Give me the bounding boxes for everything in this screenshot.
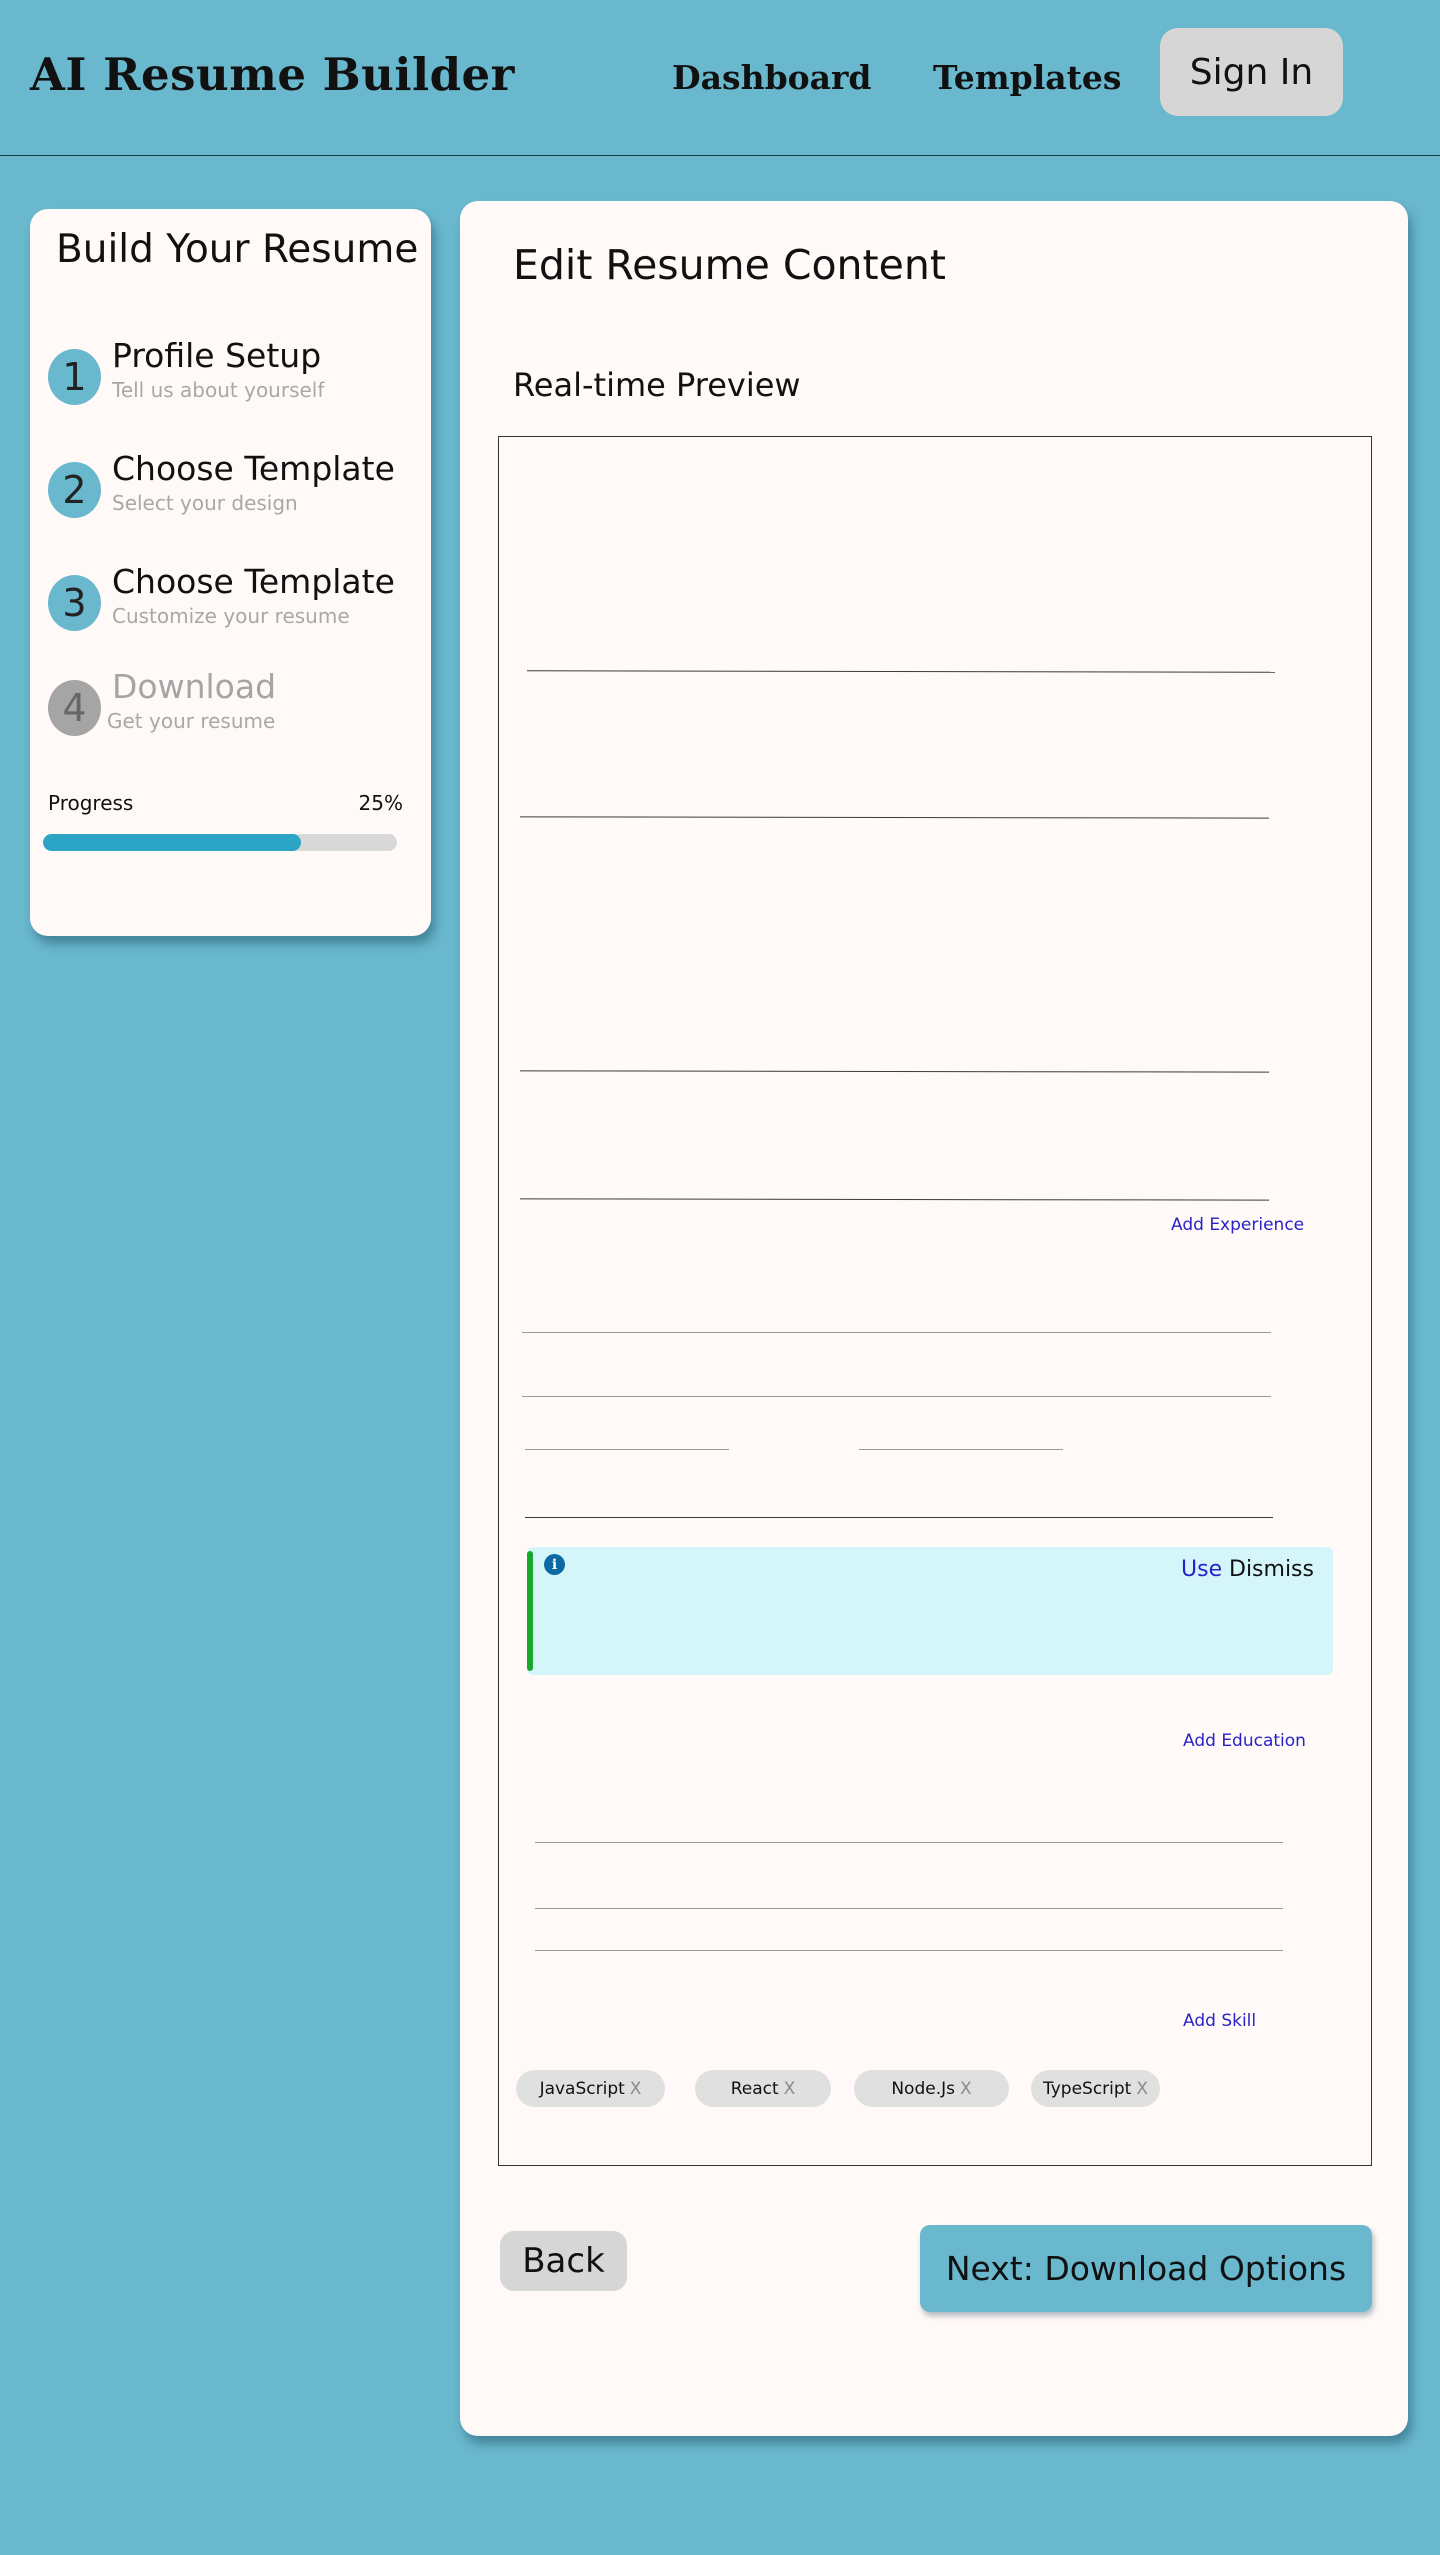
steps-sidebar: Build Your Resume 1 Profile Setup Tell u… xyxy=(30,209,431,936)
field-underline[interactable] xyxy=(859,1449,1063,1450)
suggestion-accent-bar xyxy=(527,1551,533,1671)
app-logo[interactable]: AI Resume Builder xyxy=(30,48,515,101)
field-underline[interactable] xyxy=(519,1198,1270,1201)
field-underline[interactable] xyxy=(535,1950,1283,1951)
step-profile-setup[interactable]: 1 Profile Setup Tell us about yourself xyxy=(48,331,428,411)
skill-chip: JavaScript X xyxy=(516,2070,665,2107)
next-download-options-button[interactable]: Next: Download Options xyxy=(920,2225,1372,2312)
ai-suggestion-box: i Use Dismiss xyxy=(527,1547,1333,1675)
step-title: Choose Template xyxy=(112,562,395,601)
back-button[interactable]: Back xyxy=(500,2231,627,2291)
step-choose-template[interactable]: 2 Choose Template Select your design xyxy=(48,444,428,524)
header: AI Resume Builder Dashboard Templates Si… xyxy=(0,0,1440,156)
add-education-link[interactable]: Add Education xyxy=(1183,1731,1306,1751)
field-underline[interactable] xyxy=(522,1396,1271,1397)
add-experience-link[interactable]: Add Experience xyxy=(1171,1215,1304,1235)
step-download[interactable]: 4 Download Get your resume xyxy=(48,662,428,742)
editor-panel: Edit Resume Content Real-time Preview Ad… xyxy=(460,201,1408,2436)
skill-chip-label: JavaScript xyxy=(539,2078,625,2099)
field-underline[interactable] xyxy=(525,1449,729,1450)
field-underline[interactable] xyxy=(535,1908,1283,1909)
progress-label: Progress xyxy=(48,791,134,815)
step-subtitle: Select your design xyxy=(112,491,298,515)
skill-chip-label: React xyxy=(730,2078,779,2099)
field-underline[interactable] xyxy=(525,1517,1273,1518)
progress-percent: 25% xyxy=(358,791,403,815)
step-title: Choose Template xyxy=(112,449,395,488)
use-suggestion-link[interactable]: Use xyxy=(1181,1557,1222,1582)
step-subtitle: Get your resume xyxy=(107,709,276,733)
step-subtitle: Tell us about yourself xyxy=(112,378,325,402)
skill-chip-label: Node.Js xyxy=(891,2078,955,2099)
page-title: Edit Resume Content xyxy=(513,241,946,289)
progress-bar-fill xyxy=(43,834,302,851)
resume-preview[interactable]: Add Experience i Use Dismiss Add Educati… xyxy=(498,436,1372,2166)
remove-skill-button[interactable]: X xyxy=(784,2079,796,2099)
remove-skill-button[interactable]: X xyxy=(960,2079,972,2099)
step-number: 4 xyxy=(48,680,101,736)
remove-skill-button[interactable]: X xyxy=(630,2079,642,2099)
sidebar-title: Build Your Resume xyxy=(56,227,419,272)
step-title: Profile Setup xyxy=(112,336,322,375)
step-number: 2 xyxy=(48,462,101,518)
info-icon: i xyxy=(544,1554,565,1575)
sign-in-button[interactable]: Sign In xyxy=(1160,28,1343,116)
skill-chip: TypeScript X xyxy=(1031,2070,1160,2107)
step-subtitle: Customize your resume xyxy=(112,604,350,628)
field-underline[interactable] xyxy=(519,1070,1270,1073)
step-title: Download xyxy=(112,667,277,706)
remove-skill-button[interactable]: X xyxy=(1136,2079,1148,2099)
skill-chip: React X xyxy=(695,2070,831,2107)
dismiss-suggestion-link[interactable]: Dismiss xyxy=(1229,1557,1314,1582)
step-number: 3 xyxy=(48,575,101,631)
step-customize[interactable]: 3 Choose Template Customize your resume xyxy=(48,557,428,637)
skill-chip: Node.Js X xyxy=(854,2070,1009,2107)
nav-templates[interactable]: Templates xyxy=(933,58,1122,97)
step-number: 1 xyxy=(48,349,101,405)
skill-chip-label: TypeScript xyxy=(1042,2078,1132,2099)
progress-bar xyxy=(43,834,397,851)
field-underline[interactable] xyxy=(522,1332,1271,1333)
field-underline[interactable] xyxy=(519,816,1270,819)
add-skill-link[interactable]: Add Skill xyxy=(1183,2011,1256,2031)
preview-label: Real-time Preview xyxy=(513,366,801,404)
field-underline[interactable] xyxy=(535,1842,1283,1843)
nav-dashboard[interactable]: Dashboard xyxy=(672,58,872,97)
field-underline[interactable] xyxy=(526,670,1276,673)
